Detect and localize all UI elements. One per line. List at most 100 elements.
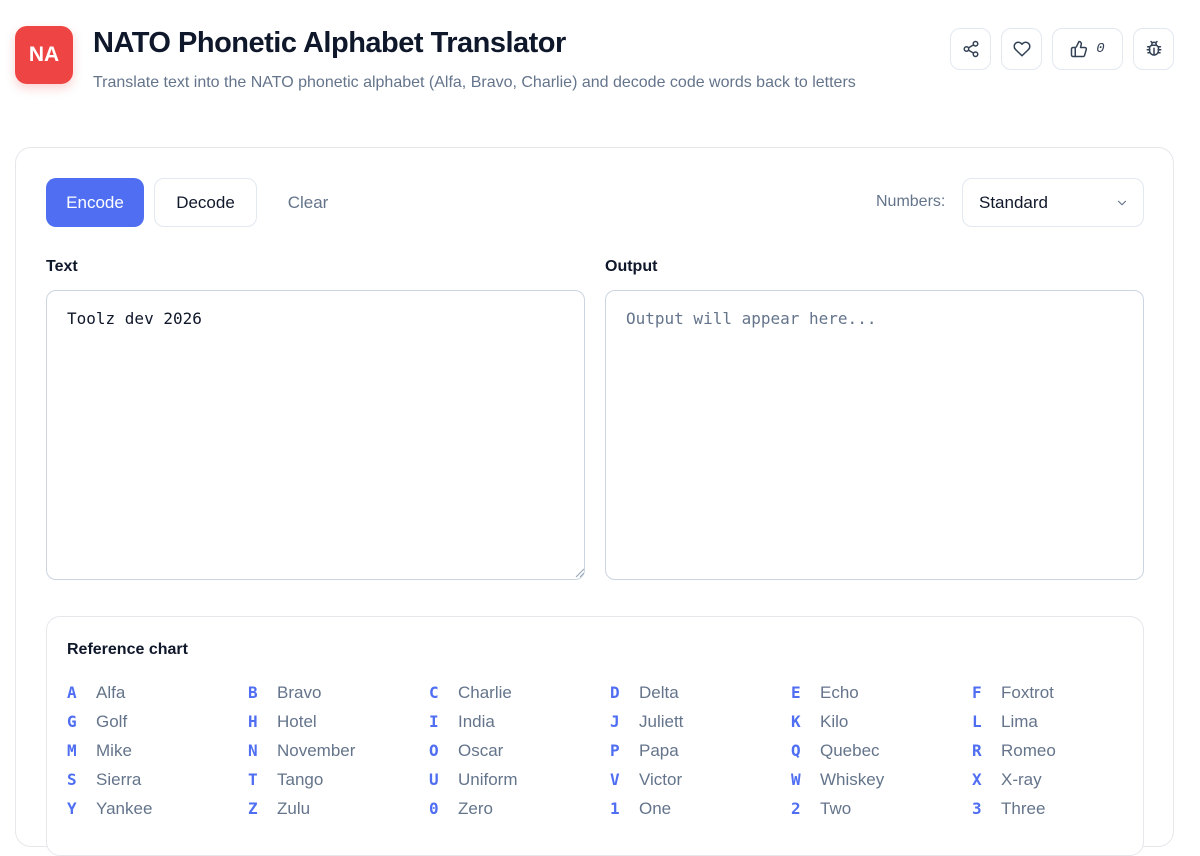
reference-codeword: Lima [1001, 711, 1038, 731]
translator-card: Encode Decode Clear Numbers: Standard Te… [15, 147, 1174, 856]
reference-entry: X X-ray [972, 765, 1153, 794]
reference-entry: S Sierra [67, 765, 248, 794]
reference-entry: Q Quebec [791, 736, 972, 765]
reference-codeword: Sierra [96, 769, 142, 789]
reference-entry: A Alfa [67, 678, 248, 707]
reference-codeword: Charlie [458, 682, 512, 702]
numbers-select-value: Standard [979, 193, 1048, 212]
heart-icon [1012, 41, 1031, 57]
reference-letter: D [610, 683, 620, 702]
reference-letter: U [429, 770, 439, 789]
reference-codeword: Foxtrot [1001, 682, 1054, 702]
reference-letter: F [972, 683, 982, 702]
reference-entry: F Foxtrot [972, 678, 1153, 707]
reference-entry: Y Yankee [67, 794, 248, 823]
reference-entry: W Whiskey [791, 765, 972, 794]
reference-codeword: Whiskey [820, 769, 885, 789]
reference-letter: X [972, 770, 982, 789]
reference-letter: I [429, 712, 439, 731]
reference-entry: H Hotel [248, 707, 429, 736]
reference-letter: T [248, 770, 258, 789]
reference-letter: O [429, 741, 439, 760]
reference-letter: N [248, 741, 258, 760]
reference-entry: C Charlie [429, 678, 610, 707]
chevron-down-icon [1117, 200, 1127, 206]
output-field[interactable] [605, 290, 1144, 580]
report-bug-button[interactable] [1133, 28, 1174, 70]
output-label: Output [605, 258, 658, 275]
favorite-button[interactable] [1001, 28, 1042, 70]
share-button[interactable] [950, 28, 991, 70]
reference-entry: K Kilo [791, 707, 972, 736]
reference-codeword: Victor [639, 769, 683, 789]
reference-letter: G [67, 712, 77, 731]
reference-chart-title: Reference chart [67, 641, 188, 658]
reference-codeword: Zulu [277, 798, 311, 818]
reference-entry: U Uniform [429, 765, 610, 794]
like-count: 0 [1096, 41, 1105, 57]
reference-codeword: Delta [639, 682, 679, 702]
bug-icon [1146, 40, 1161, 56]
reference-entry: O Oscar [429, 736, 610, 765]
reference-entry: T Tango [248, 765, 429, 794]
reference-letter: R [972, 741, 982, 760]
resize-handle-icon[interactable] [573, 566, 585, 578]
reference-codeword: Juliett [639, 711, 684, 731]
reference-letter: S [67, 770, 77, 789]
reference-entry: M Mike [67, 736, 248, 765]
reference-codeword: Bravo [277, 682, 322, 702]
app-logo: NA [15, 26, 73, 84]
thumbs-up-icon [1071, 40, 1088, 58]
reference-codeword: One [639, 798, 672, 818]
reference-codeword: Oscar [458, 740, 504, 760]
reference-entry: I India [429, 707, 610, 736]
reference-codeword: Golf [96, 711, 128, 731]
reference-codeword: Uniform [458, 769, 518, 789]
reference-letter: Y [67, 799, 77, 818]
reference-codeword: Papa [639, 740, 679, 760]
reference-letter: B [248, 683, 258, 702]
reference-letter: K [791, 712, 801, 731]
reference-codeword: Hotel [277, 711, 317, 731]
reference-codeword: India [458, 711, 495, 731]
reference-letter: V [610, 770, 620, 789]
reference-letter: Q [791, 741, 801, 760]
reference-letter: M [67, 741, 77, 760]
reference-entry: G Golf [67, 707, 248, 736]
reference-letter: E [791, 683, 801, 702]
reference-entry: N November [248, 736, 429, 765]
reference-entry: 0 Zero [429, 794, 610, 823]
reference-codeword: Quebec [820, 740, 880, 760]
reference-codeword: X-ray [1001, 769, 1042, 789]
reference-grid: A Alfa B Bravo C Charlie D Delta E Echo F Foxtrot G G… [67, 678, 1147, 823]
numbers-select[interactable]: Standard [962, 178, 1144, 227]
encode-button[interactable]: Encode [46, 178, 144, 227]
numbers-label: Numbers: [876, 193, 946, 210]
reference-codeword: Kilo [820, 711, 849, 731]
reference-entry: B Bravo [248, 678, 429, 707]
reference-entry: D Delta [610, 678, 791, 707]
page-header: NA NATO Phonetic Alphabet Translator Tra… [0, 0, 1200, 140]
reference-codeword: November [277, 740, 356, 760]
reference-entry: L Lima [972, 707, 1153, 736]
reference-entry: J Juliett [610, 707, 791, 736]
reference-entry: P Papa [610, 736, 791, 765]
reference-entry: Z Zulu [248, 794, 429, 823]
reference-letter: 2 [791, 799, 801, 818]
reference-codeword: Two [820, 798, 852, 818]
decode-button[interactable]: Decode [154, 178, 257, 227]
reference-codeword: Zero [458, 798, 493, 818]
reference-codeword: Three [1001, 798, 1046, 818]
reference-codeword: Mike [96, 740, 132, 760]
reference-entry: R Romeo [972, 736, 1153, 765]
reference-letter: H [248, 712, 258, 731]
reference-codeword: Romeo [1001, 740, 1056, 760]
reference-entry: 1 One [610, 794, 791, 823]
page-title: NATO Phonetic Alphabet Translator [93, 27, 566, 59]
reference-entry: V Victor [610, 765, 791, 794]
reference-letter: L [972, 712, 982, 731]
text-input[interactable]: Toolz dev 2026 [46, 290, 585, 580]
like-button[interactable]: 0 [1052, 28, 1123, 70]
clear-button[interactable]: Clear [271, 178, 345, 227]
page-subtitle: Translate text into the NATO phonetic al… [93, 74, 856, 91]
